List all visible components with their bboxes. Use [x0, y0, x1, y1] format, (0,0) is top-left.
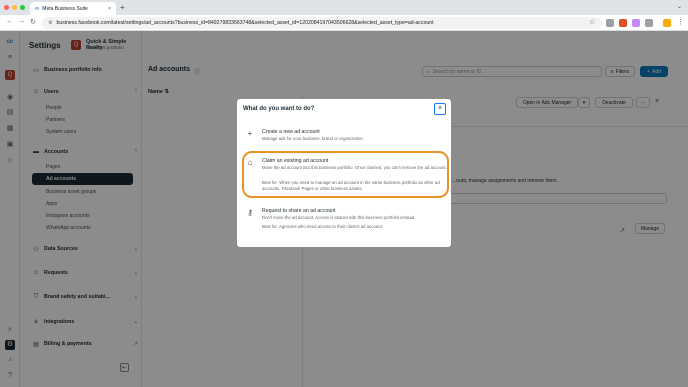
option-description: Don't move the ad account. Access is sha… — [262, 215, 416, 220]
key-icon: ⚷ — [247, 208, 253, 217]
option-best-for: Best for: Agencies who need access to th… — [262, 224, 383, 229]
minimize-window-button[interactable] — [12, 5, 17, 10]
option-title: Request to share an ad account — [262, 208, 336, 214]
close-dialog-button[interactable]: × — [434, 103, 446, 115]
option-description: Manage ads for your business, brand or o… — [262, 136, 364, 141]
extensions-puzzle-icon[interactable] — [645, 19, 653, 27]
forward-icon[interactable]: → — [18, 18, 25, 25]
browser-tab[interactable]: ∞ Meta Business Suite × — [30, 2, 116, 15]
address-bar[interactable]: ⚙ business.facebook.com/latest/settings/… — [42, 17, 602, 29]
highlight-annotation — [242, 151, 449, 198]
extension-icon[interactable] — [619, 19, 627, 27]
browser-toolbar: ← → ↻ ⚙ business.facebook.com/latest/set… — [0, 15, 688, 31]
option-title: Create a new ad account — [262, 129, 320, 135]
close-window-button[interactable] — [4, 5, 9, 10]
dialog-title: What do you want to do? — [243, 106, 315, 112]
browser-menu-icon[interactable]: ⋮ — [677, 18, 684, 26]
bookmark-star-icon[interactable]: ☆ — [589, 18, 595, 26]
plus-icon: + — [247, 129, 253, 138]
request-share-ad-account-option[interactable]: ⚷ Request to share an ad account Don't m… — [245, 208, 445, 238]
url-text[interactable]: business.facebook.com/latest/settings/ad… — [56, 20, 433, 26]
extension-icon[interactable] — [606, 19, 614, 27]
link-extension-icon[interactable] — [632, 19, 640, 27]
reload-icon[interactable]: ↻ — [30, 18, 36, 26]
extension-icon[interactable] — [663, 19, 671, 27]
create-ad-account-option[interactable]: + Create a new ad account Manage ads for… — [245, 129, 445, 145]
chevron-down-icon[interactable]: ⌄ — [677, 3, 682, 10]
back-icon[interactable]: ← — [6, 18, 13, 25]
maximize-window-button[interactable] — [20, 5, 25, 10]
browser-tab-bar: ∞ Meta Business Suite × + ⌄ — [0, 0, 688, 15]
new-tab-button[interactable]: + — [120, 3, 125, 12]
tab-title: Meta Business Suite — [42, 5, 88, 12]
site-info-icon[interactable]: ⚙ — [48, 20, 52, 26]
tab-close-icon[interactable]: × — [108, 6, 111, 12]
meta-favicon-icon: ∞ — [35, 5, 40, 12]
